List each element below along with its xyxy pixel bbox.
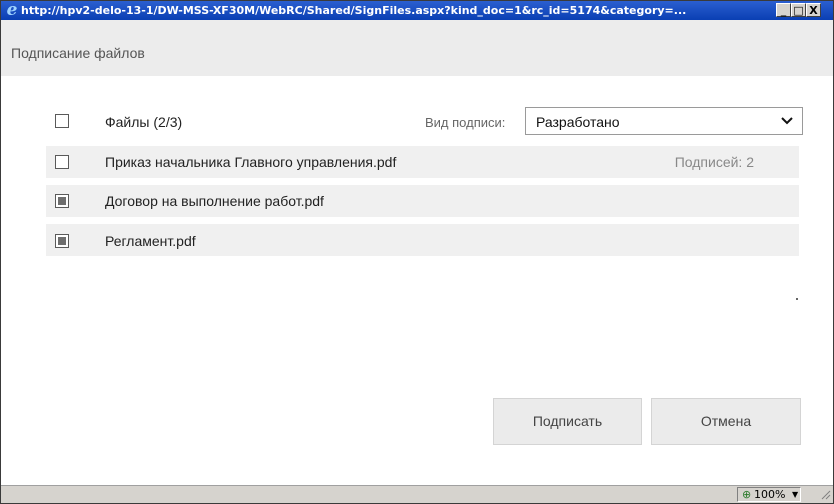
zoom-value: 100%: [754, 488, 786, 501]
title-bar[interactable]: e http://hpv2-delo-13-1/DW-MSS-XF30M/Web…: [1, 1, 833, 20]
ie-icon: e: [6, 0, 18, 20]
cancel-button[interactable]: Отмена: [651, 398, 801, 445]
browser-window: e http://hpv2-delo-13-1/DW-MSS-XF30M/Web…: [0, 0, 834, 504]
signature-type-select[interactable]: Разработано: [525, 107, 803, 135]
sign-button[interactable]: Подписать: [493, 398, 642, 445]
window-title: http://hpv2-delo-13-1/DW-MSS-XF30M/WebRC…: [21, 4, 687, 17]
file-checkbox[interactable]: [55, 234, 69, 248]
file-name: Регламент.pdf: [105, 233, 196, 249]
close-button[interactable]: X: [806, 3, 821, 17]
dialog-title: Подписание файлов: [11, 45, 145, 61]
status-bar: ⊕ 100% ▼: [1, 485, 833, 503]
signature-type-value: Разработано: [536, 114, 620, 130]
minimize-button[interactable]: _: [776, 3, 791, 17]
file-name: Приказ начальника Главного управления.pd…: [105, 154, 397, 170]
files-header-label: Файлы (2/3): [105, 114, 183, 130]
file-row[interactable]: Регламент.pdf: [46, 224, 799, 256]
file-row[interactable]: Договор на выполнение работ.pdf: [46, 185, 799, 217]
file-checkbox[interactable]: [55, 155, 69, 169]
file-name: Договор на выполнение работ.pdf: [105, 193, 324, 209]
signature-type-label: Вид подписи:: [425, 115, 506, 130]
file-row[interactable]: Приказ начальника Главного управления.pd…: [46, 146, 799, 178]
select-all-checkbox[interactable]: [55, 114, 69, 128]
chevron-down-icon: [781, 117, 793, 125]
zoom-icon: ⊕: [742, 488, 752, 501]
signature-count: Подписей: 2: [674, 154, 754, 170]
zoom-control[interactable]: ⊕ 100% ▼: [737, 487, 801, 502]
maximize-button[interactable]: □: [791, 3, 806, 17]
zoom-dropdown-arrow: ▼: [792, 490, 799, 499]
file-checkbox[interactable]: [55, 194, 69, 208]
artifact-dot: [796, 298, 798, 300]
resize-grip-icon[interactable]: [819, 488, 831, 500]
dialog-header: Подписание файлов: [1, 20, 833, 76]
